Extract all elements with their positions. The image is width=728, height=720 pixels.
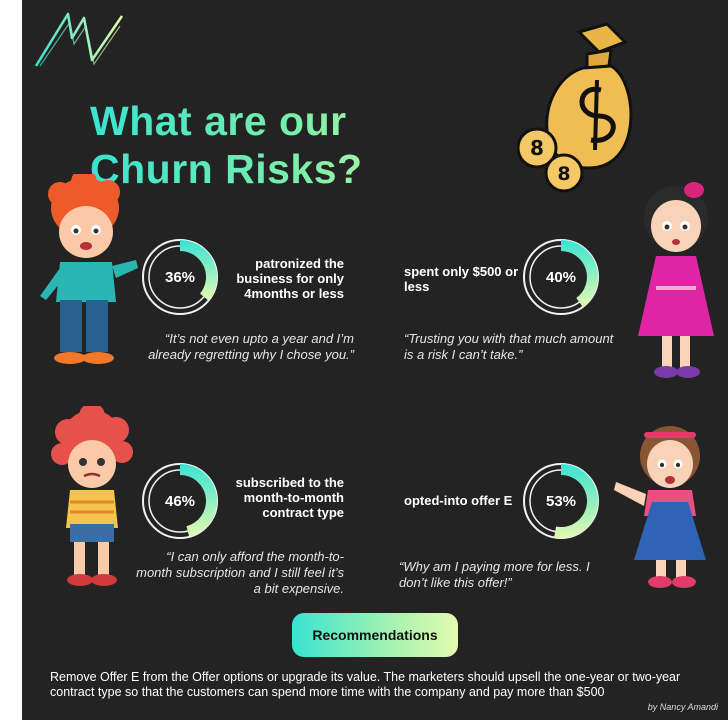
quote-2: “Trusting you with that much amount is a… [404,331,614,362]
quote-4: “Why am I paying more for less. I don’t … [399,559,590,590]
svg-text:8: 8 [557,163,570,185]
donut-1-value: 36% [164,268,196,286]
title-line-1: What are our [90,98,347,145]
money-bag-icon: 8 8 [517,22,633,193]
quote-3: “I can only afford the month-to-month su… [136,549,344,596]
stat-caption-4: opted-into offer E [404,493,513,508]
page-title: What are our Churn Risks? [90,97,450,193]
author-credit: by Nancy Amandi [647,702,718,712]
donut-3-value: 46% [164,492,196,510]
stat-caption-3: subscribed to the month-to-month contrac… [235,475,344,520]
donut-2-value: 40% [545,268,577,286]
donut-4-value: 53% [545,492,577,510]
recommendation-text: Remove Offer E from the Offer options or… [50,670,681,699]
donut-chart-1: 36% [137,234,223,320]
stat-caption-2: spent only $500 or less [404,264,519,294]
kid-curly-hair-icon [51,406,133,586]
donut-chart-3: 46% [137,458,223,544]
donut-chart-2: 40% [518,234,604,320]
girl-blue-overalls-icon [614,426,706,588]
title-line-2: Churn Risks? [90,146,363,193]
quote-1: “It’s not even upto a year and I’m alrea… [148,331,354,362]
donut-chart-4: 53% [518,458,604,544]
svg-text:8: 8 [530,136,544,160]
girl-pink-dress-icon [638,182,714,378]
kid-red-hair-icon [40,174,138,364]
logo-icon [34,12,124,67]
recommendations-button[interactable]: Recommendations [292,613,458,657]
stat-caption-1: patronized the business for only 4months… [236,256,344,301]
infographic-canvas: What are our Churn Risks? 8 8 36% patron… [22,0,728,720]
